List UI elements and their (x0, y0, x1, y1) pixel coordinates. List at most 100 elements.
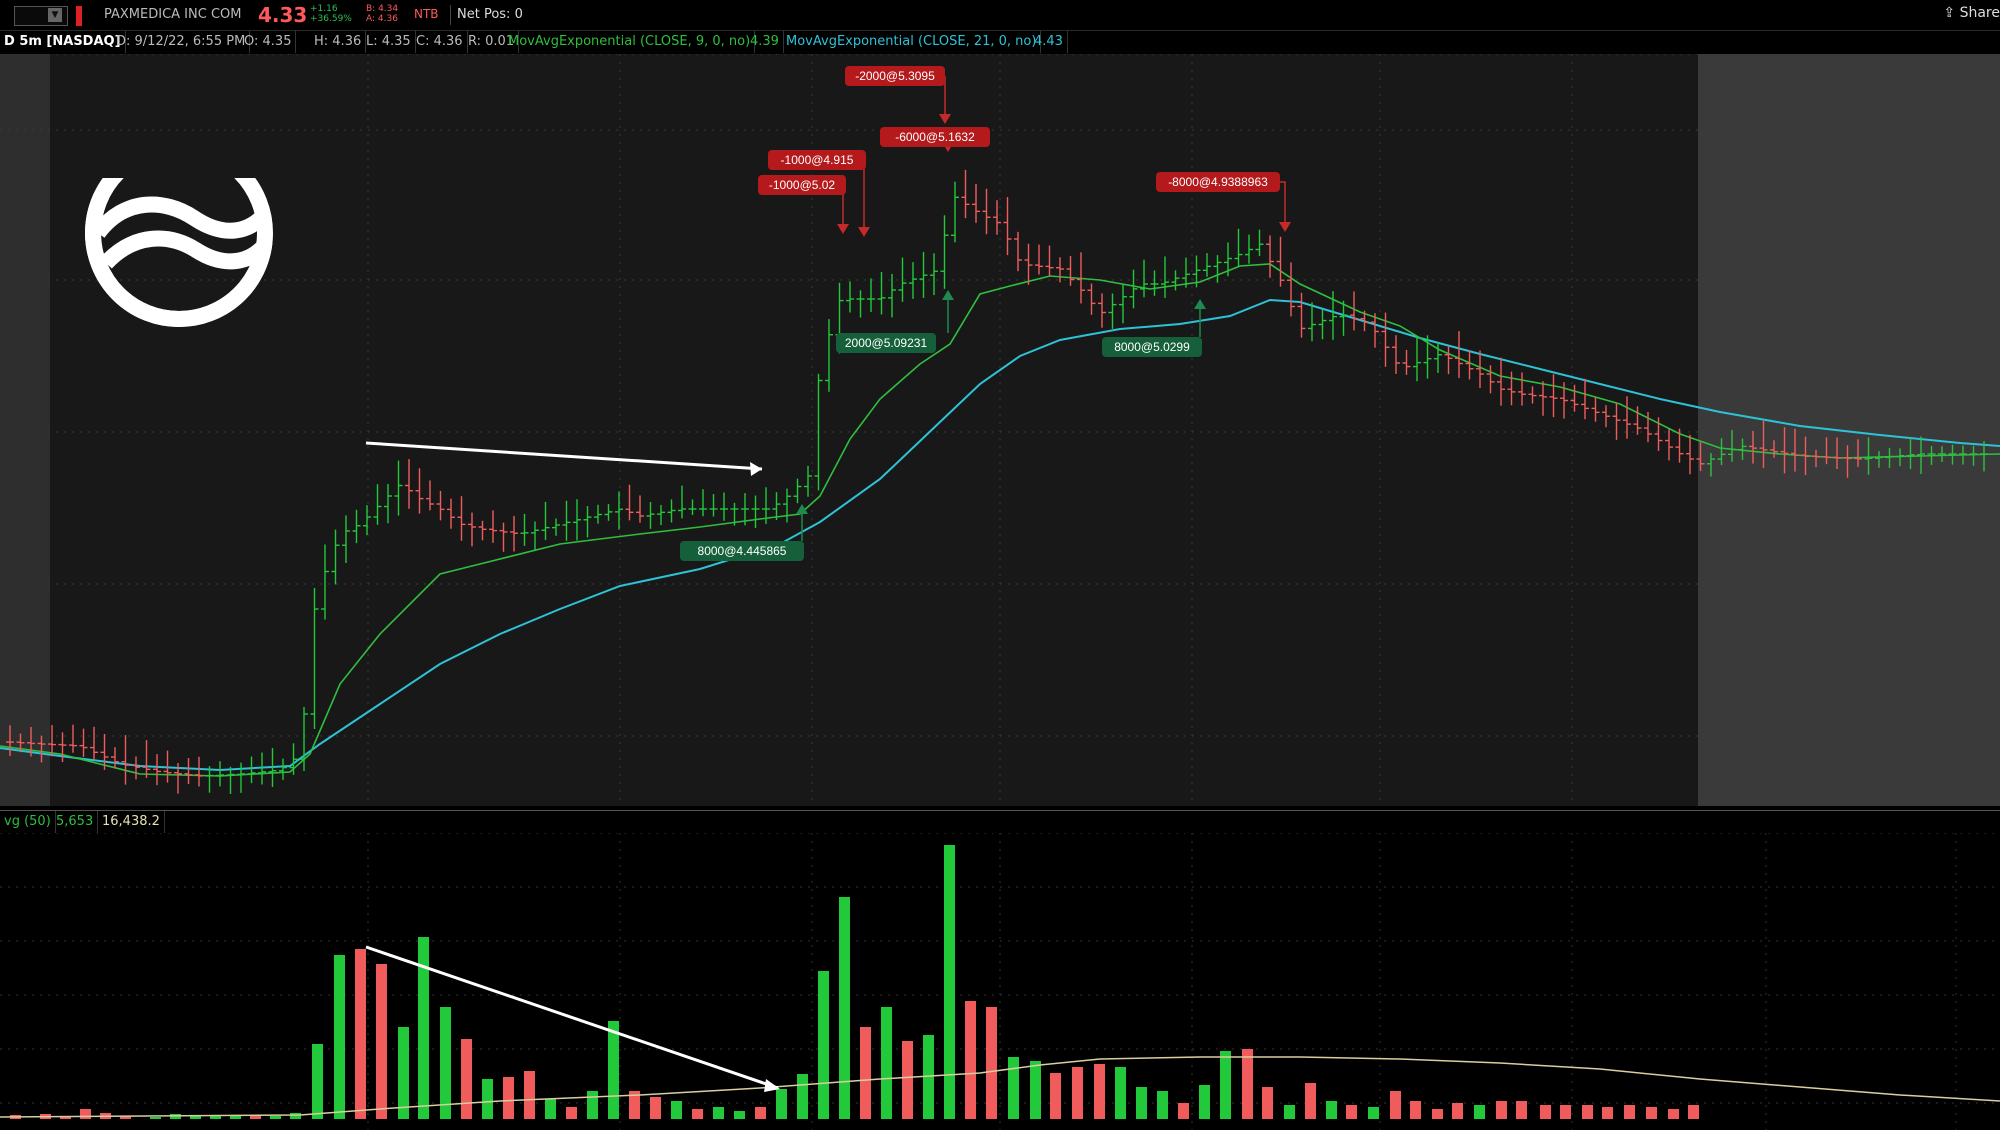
volume-bar-down (503, 1077, 514, 1119)
chart-plot-background (50, 54, 1698, 806)
volume-bar-up (270, 1116, 281, 1119)
volume-bar-up (545, 1099, 556, 1119)
volume-bar-down (1390, 1091, 1401, 1119)
volume-bar-down (376, 964, 387, 1119)
volume-bar-up (1284, 1105, 1295, 1119)
volume-bar-down (524, 1071, 535, 1119)
symbol-dropdown-icon[interactable]: ▼ (48, 8, 62, 22)
net-change: +1.16 (310, 4, 338, 14)
ask-price: A: 4.36 (366, 14, 398, 24)
trade-label: -2000@5.3095 (855, 69, 935, 83)
percent-change: +36.59% (310, 14, 352, 24)
volume-bar-up (839, 897, 850, 1119)
volume-bar-down (1072, 1067, 1083, 1119)
volume-bar-down (1668, 1109, 1679, 1119)
ema21-label[interactable]: MovAvgExponential (CLOSE, 21, 0, no) (782, 31, 1042, 53)
last-price: 4.33 (258, 3, 308, 27)
volume-bar-up (1008, 1057, 1019, 1119)
volume-bar-down (902, 1041, 913, 1119)
bid-price: B: 4.34 (366, 4, 399, 14)
volume-bar-up (1030, 1061, 1041, 1119)
share-icon: ⇪ (1943, 5, 1960, 21)
volume-bar-up (734, 1111, 745, 1119)
volume-bar-up (150, 1117, 161, 1119)
trade-label: 8000@4.445865 (698, 544, 787, 558)
trade-label: -6000@5.1632 (895, 130, 975, 144)
volume-bar-up (290, 1113, 301, 1119)
bar-close: C: 4.36 (412, 31, 468, 53)
volume-bar-down (1094, 1064, 1105, 1119)
volume-bar-up (1136, 1087, 1147, 1119)
volume-bar-down (965, 1001, 976, 1119)
volume-bar-up (797, 1074, 808, 1119)
volume-bar-down (1432, 1109, 1443, 1119)
volume-bar-down (755, 1107, 766, 1119)
trade-label: -1000@4.915 (781, 153, 854, 167)
volume-bar-down (1516, 1101, 1527, 1119)
volume-bar-down (1560, 1105, 1571, 1119)
symbol-description: PAXMEDICA INC COM (104, 7, 242, 22)
trade-label: -1000@5.02 (769, 178, 836, 192)
vol-avg-value: 16,438.2 (98, 811, 165, 833)
volume-bar-up (587, 1091, 598, 1119)
volume-bar-down (1242, 1049, 1253, 1119)
volume-bar-down (461, 1039, 472, 1119)
trade-label: 2000@5.09231 (845, 336, 928, 350)
volume-bar-down (1582, 1105, 1593, 1119)
trade-label: 8000@5.0299 (1114, 340, 1190, 354)
volume-bar-down (1688, 1105, 1699, 1119)
ema9-value: 4.39 (746, 31, 784, 53)
volume-bar-down (1305, 1083, 1316, 1119)
chart-info-bar: D 5m [NASDAQ] D: 9/12/22, 6:55 PM O: 4.3… (0, 31, 2000, 53)
expansion-area (1698, 54, 2000, 806)
volume-bar-up (1220, 1051, 1231, 1119)
volume-bar-down (986, 1007, 997, 1119)
volume-bar-up (881, 1007, 892, 1119)
volume-bar-down (355, 949, 366, 1119)
price-chart-svg[interactable]: -2000@5.3095 -6000@5.1632 -1000@4.915 -1000… (0, 54, 2000, 806)
bar-high: H: 4.36 (310, 31, 367, 53)
volume-bar-down (1262, 1087, 1273, 1119)
volume-bar-up (1326, 1101, 1337, 1119)
volume-bar-up (944, 845, 955, 1119)
volume-bar-up (398, 1027, 409, 1119)
volume-bar-up (1368, 1107, 1379, 1119)
vol-avg-label[interactable]: vg (50) (0, 811, 56, 833)
volume-bar-up (608, 1021, 619, 1119)
volume-chart-svg[interactable] (0, 833, 2000, 1130)
link-group-indicator[interactable] (76, 6, 82, 26)
trade-label: -8000@4.9388963 (1168, 175, 1268, 189)
volume-bar-down (1410, 1101, 1421, 1119)
volume-bar-up (713, 1107, 724, 1119)
volume-bar-up (671, 1101, 682, 1119)
symbol-header: ▼ PAXMEDICA INC COM 4.33 +1.16 +36.59% B… (0, 0, 2000, 31)
volume-bar-up (440, 1007, 451, 1119)
volume-bar-down (566, 1107, 577, 1119)
bar-low: L: 4.35 (362, 31, 416, 53)
volume-bar-up (1115, 1067, 1126, 1119)
volume-bar-up (818, 971, 829, 1119)
volume-bar-up (1199, 1085, 1210, 1119)
share-label: Share (1959, 5, 2000, 21)
company-logo-icon (84, 138, 274, 327)
volume-value: 5,653 (52, 811, 99, 833)
volume-bar-up (230, 1116, 241, 1119)
volume-bar-up (1474, 1105, 1485, 1119)
volume-bar-up (312, 1044, 323, 1119)
volume-bar-down (80, 1109, 91, 1119)
volume-bar-down (1050, 1073, 1061, 1119)
volume-chart[interactable] (0, 833, 2000, 1130)
chart-symbol[interactable]: D 5m [NASDAQ] (0, 31, 126, 53)
ema21-value: 4.43 (1030, 31, 1068, 53)
volume-bar-up (482, 1079, 493, 1119)
bar-date: D: 9/12/22, 6:55 PM (112, 31, 251, 53)
volume-bar-down (1624, 1105, 1635, 1119)
bar-open: O: 4.35 (240, 31, 297, 53)
share-button[interactable]: ⇪ Share (1943, 5, 2000, 21)
volume-bar-down (692, 1109, 703, 1119)
ema9-label[interactable]: MovAvgExponential (CLOSE, 9, 0, no) (504, 31, 756, 53)
volume-bar-down (1452, 1103, 1463, 1119)
price-chart[interactable]: -2000@5.3095 -6000@5.1632 -1000@4.915 -1000… (0, 54, 2000, 806)
net-position: Net Pos: 0 (450, 5, 529, 25)
volume-bar-down (1178, 1103, 1189, 1119)
